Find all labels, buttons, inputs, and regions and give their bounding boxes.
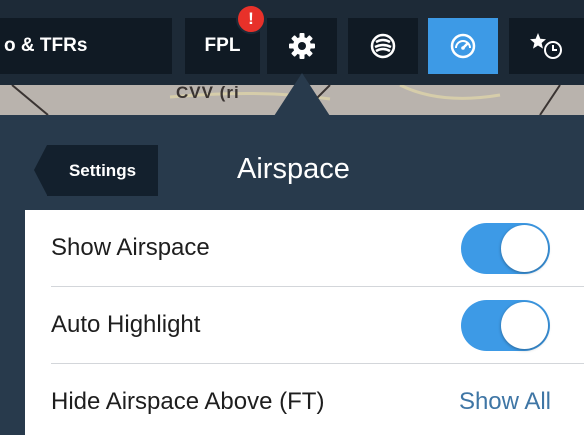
airspace-tfrs-label: o & TFRs bbox=[4, 35, 88, 56]
fpl-label: FPL bbox=[204, 35, 241, 56]
popover-caret bbox=[274, 73, 330, 116]
recent-favorites-button[interactable] bbox=[509, 18, 584, 74]
fpl-alert-badge: ! bbox=[236, 4, 266, 34]
toggle-knob bbox=[501, 301, 548, 349]
popover-title: Airspace bbox=[237, 153, 350, 185]
hide-airspace-above-label: Hide Airspace Above (FT) bbox=[51, 388, 325, 415]
show-airspace-label: Show Airspace bbox=[51, 234, 210, 261]
show-airspace-toggle[interactable] bbox=[461, 222, 550, 274]
settings-button[interactable] bbox=[267, 18, 337, 74]
auto-highlight-row[interactable]: Auto Highlight bbox=[25, 287, 584, 363]
globe-icon bbox=[370, 33, 396, 59]
back-arrow-icon[interactable] bbox=[34, 145, 47, 195]
gauge-icon bbox=[450, 33, 476, 59]
map-airport-label: CVV (ri bbox=[176, 85, 240, 102]
gear-icon bbox=[289, 33, 315, 59]
toggle-knob bbox=[501, 224, 548, 272]
show-airspace-row[interactable]: Show Airspace bbox=[25, 210, 584, 286]
back-button-label: Settings bbox=[68, 160, 137, 180]
airspace-tfrs-button[interactable]: o & TFRs bbox=[0, 18, 172, 74]
globe-button[interactable] bbox=[348, 18, 418, 74]
recent-favorites-icon bbox=[529, 33, 562, 59]
auto-highlight-toggle[interactable] bbox=[461, 299, 550, 351]
airspace-settings-list: Show Airspace Auto Highlight Hide Airspa… bbox=[25, 210, 584, 435]
auto-highlight-label: Auto Highlight bbox=[51, 311, 201, 338]
hide-airspace-above-value[interactable]: Show All bbox=[459, 388, 551, 416]
hide-airspace-above-row[interactable]: Hide Airspace Above (FT) Show All bbox=[25, 364, 584, 435]
back-to-settings-button[interactable]: Settings bbox=[47, 145, 158, 196]
gauge-button[interactable] bbox=[428, 18, 498, 74]
